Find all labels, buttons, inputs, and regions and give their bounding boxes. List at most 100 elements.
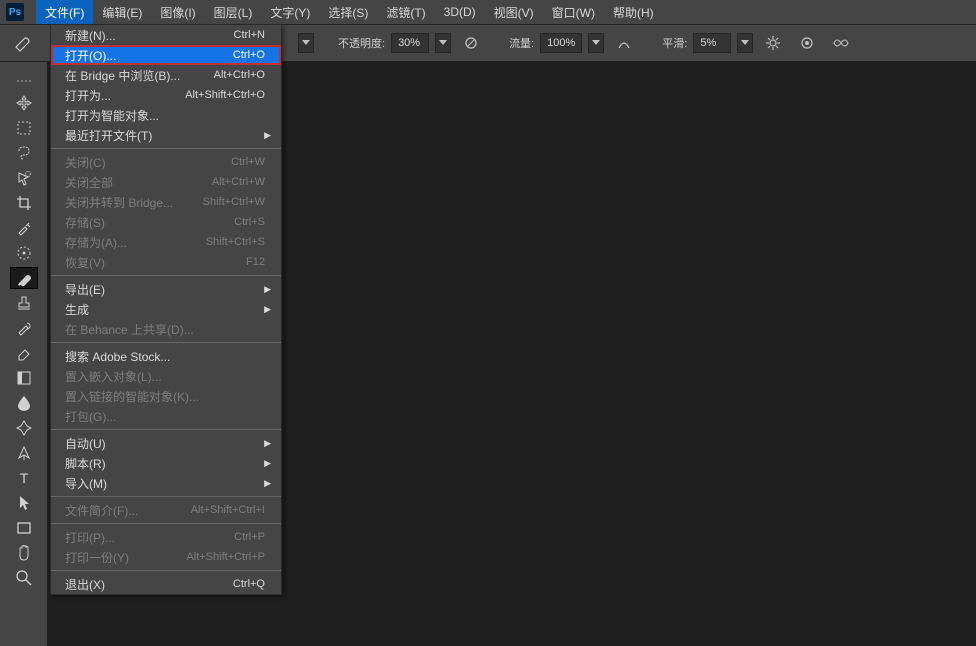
symmetry-icon[interactable] <box>827 29 855 57</box>
path-select-tool[interactable] <box>10 492 38 514</box>
stamp-tool[interactable] <box>10 292 38 314</box>
marquee-tool[interactable] <box>10 117 38 139</box>
menu-item[interactable]: 最近打开文件(T) ▶ <box>51 125 281 145</box>
menu-item[interactable]: 新建(N)...Ctrl+N <box>51 25 281 45</box>
menu-item[interactable]: 脚本(R)▶ <box>51 453 281 473</box>
menu-item[interactable]: 导出(E)▶ <box>51 279 281 299</box>
menu-select[interactable]: 选择(S) <box>319 0 377 24</box>
menu-item: 在 Behance 上共享(D)... <box>51 319 281 339</box>
menu-item-label: 在 Behance 上共享(D)... <box>65 321 194 338</box>
pressure-size-icon[interactable] <box>793 29 821 57</box>
eyedropper-tool[interactable] <box>10 217 38 239</box>
menu-separator <box>51 275 281 276</box>
submenu-arrow-icon: ▶ <box>264 458 271 469</box>
menu-item-label: 打开为... <box>65 87 111 104</box>
blur-tool[interactable] <box>10 392 38 414</box>
flow-label: 流量: <box>509 35 534 51</box>
menu-item[interactable]: 打开为智能对象... <box>51 105 281 125</box>
menu-type[interactable]: 文字(Y) <box>261 0 319 24</box>
menu-item-shortcut: Alt+Ctrl+W <box>212 176 265 188</box>
eraser-tool[interactable] <box>10 342 38 364</box>
menu-separator <box>51 148 281 149</box>
submenu-arrow-icon: ▶ <box>264 130 271 141</box>
menu-item-shortcut: Ctrl+O <box>233 49 265 61</box>
menu-item[interactable]: 生成 ▶ <box>51 299 281 319</box>
menu-item-label: 关闭并转到 Bridge... <box>65 194 173 211</box>
menu-separator <box>51 342 281 343</box>
menu-item: 打印一份(Y) Alt+Shift+Ctrl+P <box>51 547 281 567</box>
menu-item-label: 退出(X) <box>65 576 105 593</box>
brush-tool[interactable] <box>10 267 38 289</box>
file-menu-dropdown: 新建(N)...Ctrl+N打开(O)...Ctrl+O在 Bridge 中浏览… <box>50 24 282 595</box>
menu-window[interactable]: 窗口(W) <box>543 0 604 24</box>
menu-3d[interactable]: 3D(D) <box>435 0 485 24</box>
airbrush-icon[interactable] <box>610 29 638 57</box>
move-tool[interactable] <box>10 92 38 114</box>
toolbox-grip[interactable] <box>17 80 31 82</box>
menu-item[interactable]: 在 Bridge 中浏览(B)... Alt+Ctrl+O <box>51 65 281 85</box>
menu-item[interactable]: 打开(O)...Ctrl+O <box>51 45 281 65</box>
menu-item[interactable]: 自动(U)▶ <box>51 433 281 453</box>
menu-item-shortcut: Ctrl+Q <box>233 578 265 590</box>
toolbox: T <box>0 62 48 646</box>
menu-item-label: 置入嵌入对象(L)... <box>65 368 162 385</box>
mode-dropdown[interactable] <box>298 33 314 53</box>
menu-item-shortcut: Ctrl+N <box>234 29 265 41</box>
menu-item[interactable]: 打开为...Alt+Shift+Ctrl+O <box>51 85 281 105</box>
menu-item: 置入嵌入对象(L)... <box>51 366 281 386</box>
menu-separator <box>51 429 281 430</box>
menu-item-shortcut: Alt+Shift+Ctrl+P <box>186 551 265 563</box>
quick-select-tool[interactable] <box>10 167 38 189</box>
menu-item[interactable]: 导入(M)▶ <box>51 473 281 493</box>
submenu-arrow-icon: ▶ <box>264 478 271 489</box>
app-icon: Ps <box>6 3 24 21</box>
menu-item: 恢复(V)F12 <box>51 252 281 272</box>
menu-item-label: 打印一份(Y) <box>65 549 129 566</box>
rectangle-tool[interactable] <box>10 517 38 539</box>
menu-item-label: 在 Bridge 中浏览(B)... <box>65 67 180 84</box>
pressure-opacity-icon[interactable] <box>457 29 485 57</box>
smooth-field[interactable]: 5% <box>693 33 731 53</box>
type-tool[interactable]: T <box>10 467 38 489</box>
menu-item-label: 最近打开文件(T) <box>65 127 152 144</box>
zoom-tool[interactable] <box>10 567 38 589</box>
menu-image[interactable]: 图像(I) <box>151 0 204 24</box>
menu-item-shortcut: Shift+Ctrl+S <box>206 236 265 248</box>
flow-field[interactable]: 100% <box>540 33 582 53</box>
menu-view[interactable]: 视图(V) <box>485 0 543 24</box>
hand-tool[interactable] <box>10 542 38 564</box>
menu-item-label: 文件简介(F)... <box>65 502 138 519</box>
menu-item-shortcut: F12 <box>246 256 265 268</box>
menu-help[interactable]: 帮助(H) <box>604 0 663 24</box>
menu-item-shortcut: Shift+Ctrl+W <box>203 196 265 208</box>
opacity-dropdown[interactable] <box>435 33 451 53</box>
menu-item-shortcut: Alt+Ctrl+O <box>214 69 265 81</box>
opacity-field[interactable]: 30% <box>391 33 429 53</box>
lasso-tool[interactable] <box>10 142 38 164</box>
dodge-tool[interactable] <box>10 417 38 439</box>
menu-item[interactable]: 退出(X) Ctrl+Q <box>51 574 281 594</box>
menu-edit[interactable]: 编辑(E) <box>93 0 151 24</box>
menu-separator <box>51 570 281 571</box>
smooth-label: 平滑: <box>662 35 687 51</box>
menu-file[interactable]: 文件(F) <box>36 0 93 24</box>
submenu-arrow-icon: ▶ <box>264 304 271 315</box>
crop-tool[interactable] <box>10 192 38 214</box>
heal-tool[interactable] <box>10 242 38 264</box>
tool-preset-icon[interactable] <box>8 29 36 57</box>
opacity-label: 不透明度: <box>338 35 385 51</box>
menu-item: 关闭全部Alt+Ctrl+W <box>51 172 281 192</box>
menu-item-label: 置入链接的智能对象(K)... <box>65 388 199 405</box>
gear-icon[interactable] <box>759 29 787 57</box>
menu-layer[interactable]: 图层(L) <box>205 0 262 24</box>
smooth-dropdown[interactable] <box>737 33 753 53</box>
flow-dropdown[interactable] <box>588 33 604 53</box>
menu-item[interactable]: 搜索 Adobe Stock... <box>51 346 281 366</box>
menu-item-shortcut: Ctrl+S <box>234 216 265 228</box>
menu-filter[interactable]: 滤镜(T) <box>377 0 434 24</box>
gradient-tool[interactable] <box>10 367 38 389</box>
history-brush-tool[interactable] <box>10 317 38 339</box>
menu-item-label: 生成 <box>65 301 89 318</box>
pen-tool[interactable] <box>10 442 38 464</box>
menu-item-label: 导出(E) <box>65 281 105 298</box>
